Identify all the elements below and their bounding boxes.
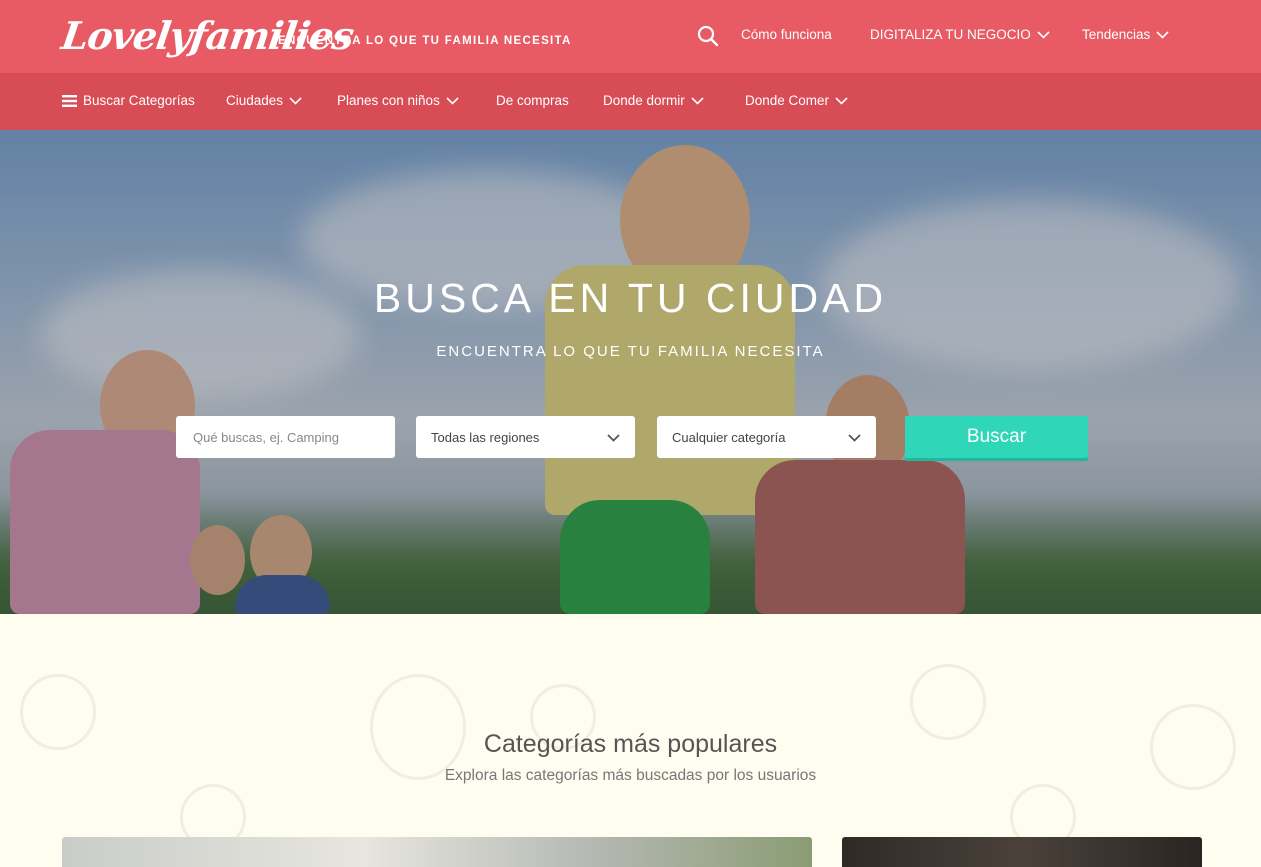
chevron-down-icon	[691, 97, 704, 105]
region-select[interactable]: Todas las regiones	[416, 416, 635, 458]
hero-title: BUSCA EN TU CIUDAD	[373, 275, 888, 321]
section-title: Categorías más populares	[483, 730, 778, 758]
nav-tendencias[interactable]: Tendencias	[1082, 27, 1169, 42]
chevron-down-icon	[848, 433, 861, 442]
subnav-label: Donde Comer	[745, 93, 830, 108]
search-icon[interactable]	[697, 25, 719, 47]
nav-label: Tendencias	[1082, 27, 1151, 42]
subnav-label: Ciudades	[226, 93, 284, 108]
doodle-decoration	[910, 664, 986, 740]
chevron-down-icon	[289, 97, 302, 105]
keyword-search-field[interactable]	[176, 416, 395, 458]
section-subtitle: Explora las categorías más buscadas por …	[444, 767, 817, 784]
chevron-down-icon	[446, 97, 459, 105]
search-submit-button[interactable]: Buscar	[905, 416, 1088, 458]
nav-label: Cómo funciona	[741, 27, 832, 42]
subnav-buscar-categorias[interactable]: Buscar Categorías	[62, 93, 195, 108]
top-header: Lovelyfamilies ENCUENTRA LO QUE TU FAMIL…	[0, 0, 1261, 73]
nav-como-funciona[interactable]: Cómo funciona	[741, 27, 832, 42]
hero-overlay	[0, 130, 1261, 614]
category-nav: Buscar Categorías Ciudades Planes con ni…	[0, 73, 1261, 130]
subnav-label: Donde dormir	[603, 93, 685, 108]
region-select-value: Todas las regiones	[431, 429, 540, 445]
chevron-down-icon	[607, 433, 620, 442]
chevron-down-icon	[835, 97, 848, 105]
subnav-ciudades[interactable]: Ciudades	[226, 93, 302, 108]
nav-label: DIGITALIZA TU NEGOCIO	[870, 27, 1031, 42]
category-select-value: Cualquier categoría	[672, 429, 786, 445]
subnav-de-compras[interactable]: De compras	[496, 93, 569, 108]
hero-banner-image	[0, 130, 1261, 614]
subnav-label: Buscar Categorías	[83, 93, 195, 108]
subnav-label: Planes con niños	[337, 93, 440, 108]
subnav-donde-comer[interactable]: Donde Comer	[745, 93, 848, 108]
chevron-down-icon	[1156, 31, 1169, 39]
doodle-decoration	[370, 674, 466, 780]
category-card[interactable]	[62, 837, 812, 867]
category-select[interactable]: Cualquier categoría	[657, 416, 876, 458]
chevron-down-icon	[1037, 31, 1050, 39]
subnav-label: De compras	[496, 93, 569, 108]
subnav-planes-con-ninos[interactable]: Planes con niños	[337, 93, 459, 108]
menu-icon	[62, 94, 77, 107]
subnav-donde-dormir[interactable]: Donde dormir	[603, 93, 704, 108]
category-card[interactable]	[842, 837, 1202, 867]
hero-subtitle: ENCUENTRA LO QUE TU FAMILIA NECESITA	[436, 343, 825, 360]
header-tagline: ENCUENTRA LO QUE TU FAMILIA NECESITA	[278, 35, 572, 47]
nav-digitaliza[interactable]: DIGITALIZA TU NEGOCIO	[870, 27, 1050, 42]
keyword-search-input[interactable]	[191, 428, 380, 446]
